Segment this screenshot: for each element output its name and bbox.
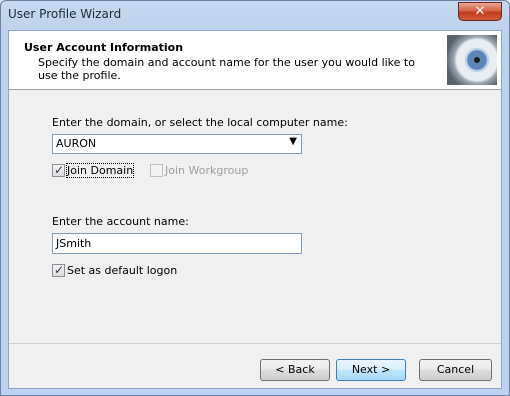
close-button[interactable]: ✕ bbox=[458, 2, 502, 21]
join-workgroup-label[interactable]: Join Workgroup bbox=[165, 164, 248, 177]
join-domain-label[interactable]: Join Domain bbox=[65, 163, 135, 178]
checkmark-icon: ✓ bbox=[54, 163, 65, 177]
back-button[interactable]: < Back bbox=[260, 359, 330, 381]
page-title: User Account Information bbox=[24, 41, 184, 54]
join-workgroup-checkbox[interactable] bbox=[150, 164, 163, 177]
eye-icon bbox=[447, 35, 497, 85]
window-title: User Profile Wizard bbox=[8, 7, 122, 21]
account-name-value: JSmith bbox=[56, 237, 92, 250]
wizard-window: User Profile Wizard ✕ User Account Infor… bbox=[0, 0, 510, 396]
default-logon-label[interactable]: Set as default logon bbox=[67, 264, 177, 277]
default-logon-checkbox[interactable]: ✓ bbox=[52, 263, 65, 277]
account-label: Enter the account name: bbox=[52, 215, 189, 228]
title-bar[interactable]: User Profile Wizard ✕ bbox=[1, 1, 509, 29]
domain-combobox[interactable]: AURON ▼ bbox=[52, 134, 302, 154]
join-domain-checkbox[interactable]: ✓ bbox=[52, 163, 65, 177]
account-name-input[interactable]: JSmith bbox=[52, 233, 302, 254]
domain-label: Enter the domain, or select the local co… bbox=[52, 116, 348, 129]
checkmark-icon: ✓ bbox=[54, 263, 65, 277]
close-icon: ✕ bbox=[474, 4, 486, 19]
page-subtitle: Specify the domain and account name for … bbox=[38, 56, 415, 82]
chevron-down-icon[interactable]: ▼ bbox=[289, 136, 297, 147]
domain-value: AURON bbox=[56, 137, 97, 150]
wizard-header: User Account Information Specify the dom… bbox=[9, 31, 501, 90]
next-button[interactable]: Next > bbox=[336, 359, 406, 381]
cancel-button[interactable]: Cancel bbox=[419, 359, 492, 381]
wizard-client-area: User Account Information Specify the dom… bbox=[8, 30, 502, 389]
footer-divider bbox=[9, 343, 501, 344]
